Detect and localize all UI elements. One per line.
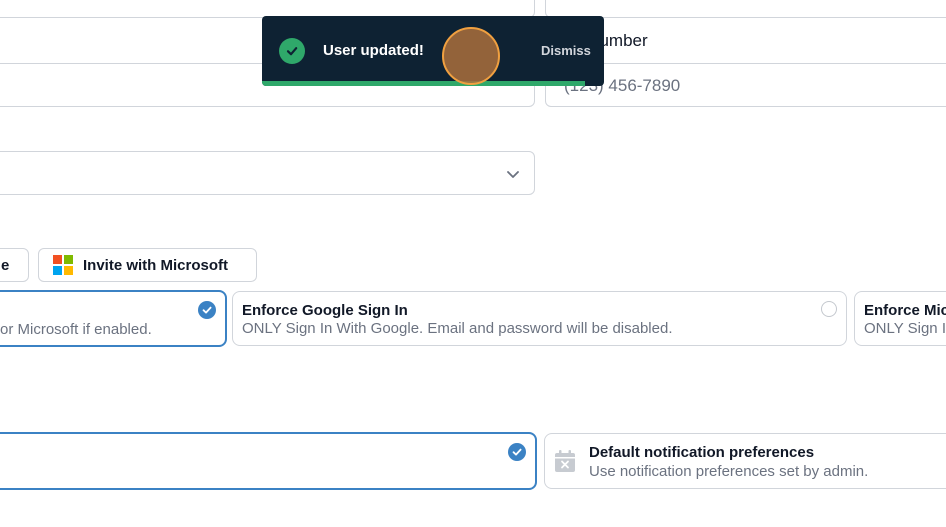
notification-option-custom[interactable] (0, 432, 537, 490)
chevron-down-icon (505, 166, 521, 182)
microsoft-logo-icon (53, 255, 73, 275)
invite-with-google-button[interactable]: e (0, 248, 29, 282)
toast-dismiss-button[interactable]: Dismiss (541, 43, 591, 58)
sign-in-option-default[interactable]: or Microsoft if enabled. (0, 290, 227, 347)
invite-with-microsoft-button[interactable]: Invite with Microsoft (38, 248, 257, 282)
notification-option-title: Default notification preferences (589, 444, 815, 461)
notification-option-description: Use notification preferences set by admi… (589, 463, 869, 480)
sign-in-option-description: ONLY Sign I (864, 320, 946, 337)
toast-message: User updated! (323, 42, 424, 59)
sign-in-option-description: or Microsoft if enabled. (0, 321, 152, 338)
top-right-input[interactable] (545, 0, 946, 18)
select-dropdown[interactable] (0, 151, 535, 195)
sign-in-option-enforce-microsoft[interactable]: Enforce Mic ONLY Sign I (854, 291, 946, 346)
check-circle-icon (198, 301, 216, 319)
notification-option-default[interactable]: Default notification preferences Use not… (544, 433, 946, 489)
sign-in-option-title: Enforce Google Sign In (242, 302, 408, 319)
sign-in-option-description: ONLY Sign In With Google. Email and pass… (242, 320, 673, 337)
cursor-indicator (442, 27, 500, 85)
check-circle-icon (279, 38, 305, 64)
invite-with-microsoft-label: Invite with Microsoft (83, 256, 229, 274)
invite-with-google-label: e (1, 256, 10, 274)
success-toast: User updated! Dismiss (262, 16, 604, 86)
calendar-x-icon (554, 449, 576, 473)
check-circle-icon (508, 443, 526, 461)
radio-empty-icon (821, 301, 837, 317)
phone-number-input[interactable]: (123) 456-7890 (545, 63, 946, 107)
sign-in-option-enforce-google[interactable]: Enforce Google Sign In ONLY Sign In With… (232, 291, 847, 346)
sign-in-option-title: Enforce Mic (864, 302, 946, 319)
toast-progress-bar (262, 81, 585, 86)
